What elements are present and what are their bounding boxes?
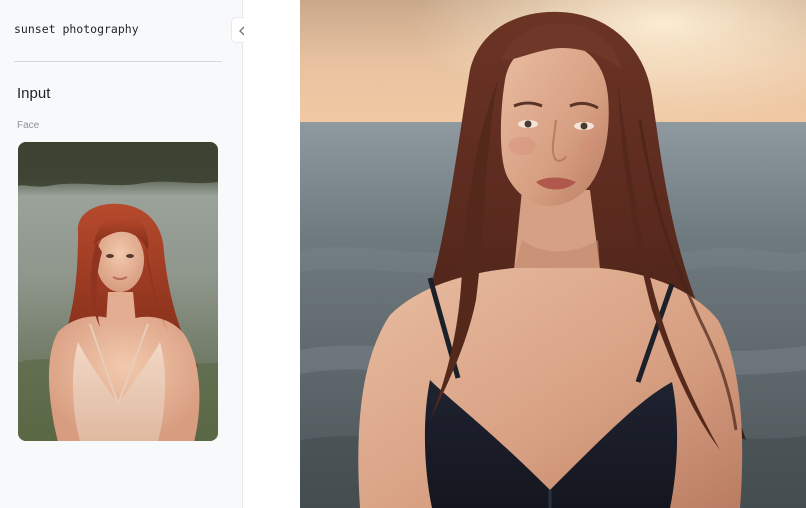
input-section-title: Input — [17, 85, 51, 102]
face-field-label: Face — [17, 120, 40, 131]
prompt-text[interactable]: sunset photography — [14, 22, 139, 36]
sunset-portrait-graphic — [300, 0, 806, 508]
sidebar: sunset photography Input Face — [0, 0, 243, 508]
generated-output-image[interactable] — [300, 0, 806, 508]
sidebar-divider — [14, 61, 222, 62]
panel-gap — [244, 0, 300, 508]
app-window: sunset photography Input Face — [0, 0, 806, 508]
face-input-image[interactable] — [18, 142, 218, 441]
face-photo-graphic — [18, 142, 218, 441]
